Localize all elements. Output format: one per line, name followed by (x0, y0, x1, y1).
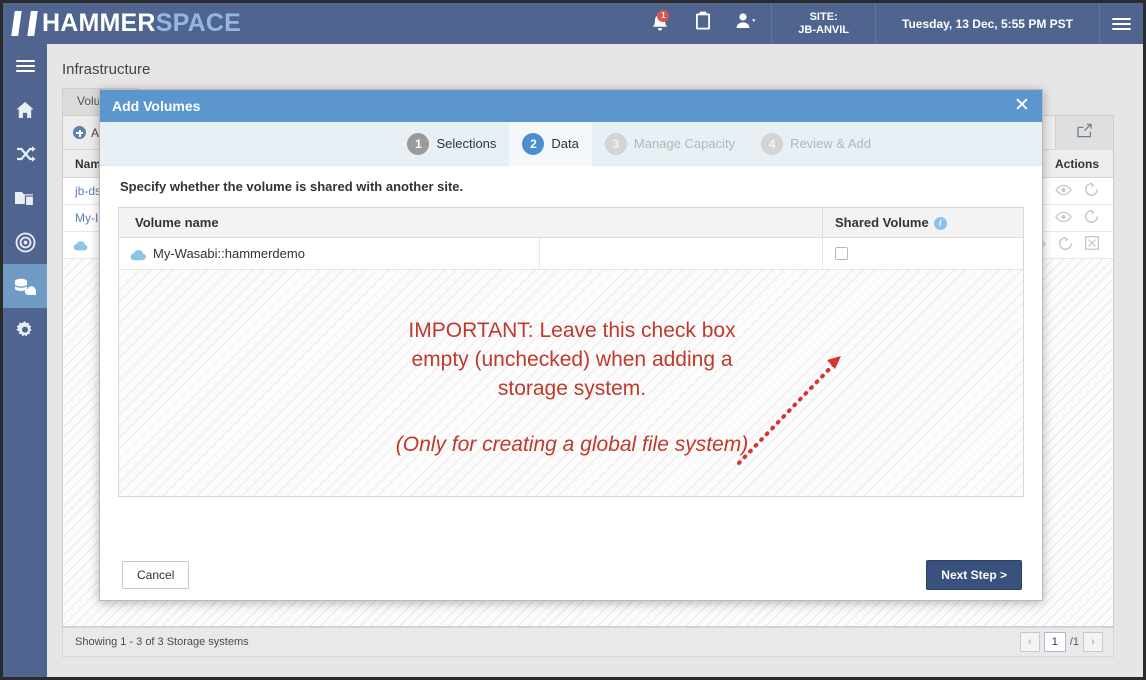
main-menu-button[interactable] (1099, 3, 1143, 44)
wizard-step-selections[interactable]: 1 Selections (394, 122, 509, 166)
wizard-step-data[interactable]: 2 Data (509, 121, 592, 166)
cancel-button[interactable]: Cancel (122, 561, 190, 589)
wizard-steps: 1 Selections 2 Data 3 Manage Capacity 4 … (100, 121, 1042, 166)
refresh-icon[interactable] (1058, 236, 1073, 256)
browser-frame: HAMMERSPACE 1 SITE: JB-ANVIL Tuesday, 13… (0, 0, 1146, 680)
top-header-bar: HAMMERSPACE 1 SITE: JB-ANVIL Tuesday, 13… (3, 3, 1143, 44)
instruction-text: Specify whether the volume is shared wit… (120, 179, 464, 194)
gear-icon (15, 320, 35, 340)
brand-name-secondary: SPACE (155, 9, 241, 37)
folder-files-icon (14, 188, 36, 208)
datetime-text: Tuesday, 13 Dec, 5:55 PM PST (902, 16, 1073, 31)
add-volumes-dialog: Add Volumes ✕ 1 Selections 2 Data 3 Mana… (99, 89, 1043, 601)
step-label: Selections (436, 136, 497, 151)
refresh-icon[interactable] (1084, 182, 1099, 202)
step-number: 2 (522, 132, 545, 155)
user-menu-button[interactable] (723, 3, 771, 44)
sidebar-item-targets[interactable] (3, 220, 47, 264)
pagination-controls: ‹ 1 /1 › (1019, 632, 1103, 652)
header-actions: 1 SITE: JB-ANVIL Tuesday, 13 Dec, 5:55 P… (637, 3, 1143, 44)
hamburger-menu-icon (1112, 15, 1131, 33)
refresh-icon[interactable] (1084, 209, 1099, 229)
notifications-button[interactable]: 1 (637, 3, 683, 44)
column-header-volume-name: Volume name (135, 215, 219, 230)
info-icon[interactable]: i (933, 217, 947, 231)
datetime-display: Tuesday, 13 Dec, 5:55 PM PST (875, 3, 1099, 44)
pagination-prev-button[interactable]: ‹ (1019, 632, 1040, 652)
left-sidebar (3, 44, 47, 677)
dialog-body: Specify whether the volume is shared wit… (100, 167, 1042, 555)
row-actions (1055, 205, 1113, 232)
wizard-step-manage-capacity: 3 Manage Capacity (592, 122, 748, 166)
shared-volume-checkbox[interactable] (835, 247, 848, 260)
dialog-footer: Cancel Next Step > (100, 553, 1042, 600)
site-indicator[interactable]: SITE: JB-ANVIL (771, 3, 875, 44)
brand-name-primary: HAMMER (42, 9, 156, 37)
sidebar-item-menu-toggle[interactable] (3, 44, 47, 88)
volumes-table: Volume name Shared Volume i My-Wasabi::ha… (118, 207, 1024, 497)
annotation-line-1: IMPORTANT: Leave this check box (408, 319, 736, 342)
delete-icon[interactable] (1085, 236, 1099, 255)
sidebar-item-objectives[interactable] (3, 132, 47, 176)
close-icon[interactable]: ✕ (1012, 96, 1032, 116)
hammerspace-logo-icon (11, 11, 38, 36)
cloud-icon (73, 238, 90, 251)
annotation-line-4: (Only for creating a global file system) (395, 433, 749, 456)
pagination-total-label: /1 (1069, 636, 1079, 648)
export-icon (1077, 123, 1092, 143)
clipboard-icon (695, 11, 711, 36)
plus-icon (73, 126, 86, 139)
column-header-shared-volume: Shared Volume i (835, 208, 947, 238)
sidebar-item-infrastructure[interactable] (3, 264, 47, 308)
sidebar-item-settings[interactable] (3, 308, 47, 352)
site-value: JB-ANVIL (798, 23, 850, 36)
volumes-table-row[interactable]: My-Wasabi::hammerdemo (119, 238, 1023, 270)
clipboard-button[interactable] (683, 3, 723, 44)
site-label: SITE: (809, 10, 838, 23)
shuffle-arrows-icon (15, 144, 36, 164)
row-actions (1055, 178, 1113, 205)
sidebar-item-home[interactable] (3, 88, 47, 132)
concentric-circles-icon (15, 232, 36, 253)
bell-icon: 1 (649, 9, 671, 36)
volume-name-text: My-Wasabi::hammerdemo (153, 246, 305, 261)
storage-cloud-icon (14, 276, 36, 296)
step-number: 1 (407, 132, 430, 155)
sidebar-item-shares[interactable] (3, 176, 47, 220)
next-step-button[interactable]: Next Step > (926, 560, 1022, 590)
home-icon (15, 100, 35, 120)
notification-count-badge: 1 (657, 9, 670, 22)
user-icon (735, 11, 759, 36)
cloud-icon (130, 248, 149, 261)
dialog-header: Add Volumes ✕ (100, 90, 1042, 122)
app-viewport: HAMMERSPACE 1 SITE: JB-ANVIL Tuesday, 13… (3, 3, 1143, 677)
column-header-actions: Actions (1054, 157, 1099, 171)
dialog-title: Add Volumes (112, 98, 201, 114)
annotation-line-2: empty (unchecked) when adding a (411, 348, 733, 371)
step-label: Review & Add (790, 136, 871, 151)
pagination-next-button[interactable]: › (1083, 632, 1103, 652)
hamburger-menu-icon (15, 57, 35, 75)
status-text: Showing 1 - 3 of 3 Storage systems (75, 636, 249, 648)
row-name: jb-ds (75, 184, 102, 198)
view-icon[interactable] (1055, 183, 1072, 201)
volumes-table-header: Volume name Shared Volume i (119, 208, 1023, 238)
wizard-step-review-add: 4 Review & Add (748, 122, 884, 166)
annotation-text: IMPORTANT: Leave this check box empty (u… (119, 316, 1023, 457)
page-title: Infrastructure (62, 61, 151, 78)
step-label: Data (551, 136, 579, 151)
export-button[interactable] (1055, 116, 1113, 150)
step-number: 3 (604, 132, 627, 155)
annotation-line-3: storage system. (497, 377, 647, 400)
view-icon[interactable] (1055, 210, 1072, 228)
table-status-bar: Showing 1 - 3 of 3 Storage systems ‹ 1 /… (62, 627, 1114, 657)
pagination-page-input[interactable]: 1 (1043, 632, 1066, 652)
step-number: 4 (761, 132, 784, 155)
app-logo[interactable]: HAMMERSPACE (11, 3, 241, 44)
step-label: Manage Capacity (633, 136, 736, 151)
